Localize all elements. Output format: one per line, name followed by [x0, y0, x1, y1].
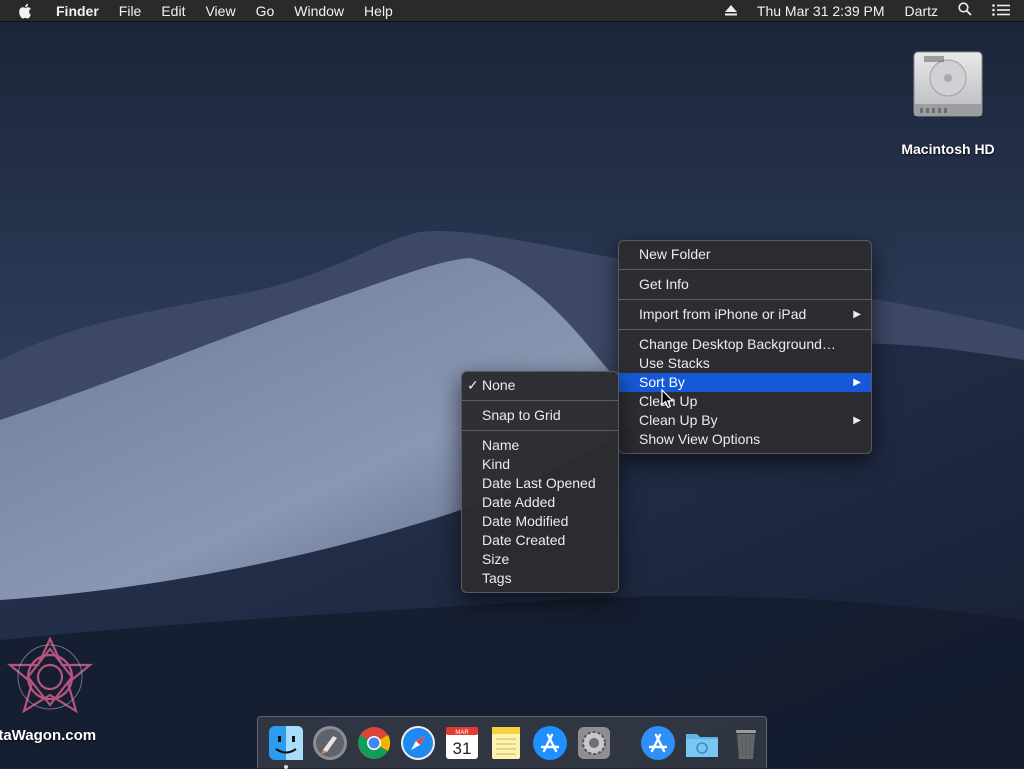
desktop-context-menu: New Folder Get Info Import from iPhone o…	[618, 240, 872, 454]
dock-item-trash[interactable]	[727, 724, 765, 762]
calendar-day: 31	[453, 739, 472, 758]
submenu-item-size[interactable]: Size	[462, 550, 618, 569]
launchpad-icon	[313, 725, 347, 760]
mouse-cursor-icon	[661, 388, 675, 414]
finder-icon	[269, 725, 303, 760]
menu-item-clean-up-by[interactable]: Clean Up By ▶	[619, 411, 871, 430]
app-store-icon	[533, 725, 567, 760]
calendar-month: MAR	[455, 730, 469, 736]
menu-item-import[interactable]: Import from iPhone or iPad ▶	[619, 305, 871, 324]
submenu-item-none[interactable]: ✓ None	[462, 376, 618, 395]
system-preferences-icon	[578, 726, 610, 759]
submenu-arrow-icon: ▶	[853, 377, 861, 388]
menu-item-use-stacks[interactable]: Use Stacks	[619, 354, 871, 373]
menu-separator	[619, 329, 871, 330]
menu-item-get-info[interactable]: Get Info	[619, 275, 871, 294]
menu-separator	[462, 400, 618, 401]
dock-item-system-preferences[interactable]	[575, 724, 613, 762]
notes-icon	[492, 726, 520, 759]
downloads-folder-icon	[686, 733, 718, 757]
menu-separator	[619, 269, 871, 270]
menu-help[interactable]: Help	[354, 0, 403, 22]
menu-separator	[462, 430, 618, 431]
menu-item-new-folder[interactable]: New Folder	[619, 245, 871, 264]
menu-item-show-view-options[interactable]: Show View Options	[619, 430, 871, 449]
dock-item-calendar[interactable]: MAR 31	[443, 724, 481, 762]
submenu-item-date-last-opened[interactable]: Date Last Opened	[462, 474, 618, 493]
dock-item-downloads-folder[interactable]	[683, 724, 721, 762]
app-store-folder-icon	[641, 725, 675, 760]
submenu-item-name[interactable]: Name	[462, 436, 618, 455]
calendar-icon: MAR 31	[446, 726, 478, 759]
menu-item-label: Sort By	[639, 374, 685, 390]
app-menu-finder[interactable]: Finder	[46, 0, 109, 22]
menu-item-clean-up[interactable]: Clean Up	[619, 392, 871, 411]
chrome-icon	[358, 726, 391, 759]
menu-go[interactable]: Go	[246, 0, 285, 22]
menu-item-change-desktop-background[interactable]: Change Desktop Background…	[619, 335, 871, 354]
menu-file[interactable]: File	[109, 0, 152, 22]
dock-item-finder[interactable]	[267, 724, 305, 769]
submenu-item-kind[interactable]: Kind	[462, 455, 618, 474]
spotlight-search-icon[interactable]	[948, 0, 982, 22]
sort-by-submenu: ✓ None Snap to Grid Name Kind Date Last …	[461, 371, 619, 593]
dock-item-launchpad[interactable]	[311, 724, 349, 762]
dock-item-safari[interactable]	[399, 724, 437, 762]
desktop-icon-macintosh-hd[interactable]: Macintosh HD	[893, 46, 1003, 157]
watermark-text: ataWagon.com	[0, 727, 97, 744]
safari-icon	[401, 725, 435, 760]
dock-item-app-store[interactable]	[531, 724, 569, 762]
apple-menu-icon[interactable]	[0, 3, 46, 19]
submenu-item-date-created[interactable]: Date Created	[462, 531, 618, 550]
submenu-item-tags[interactable]: Tags	[462, 569, 618, 588]
menu-separator	[619, 299, 871, 300]
submenu-arrow-icon: ▶	[853, 415, 861, 426]
hard-drive-icon	[913, 51, 983, 117]
menu-item-label: None	[482, 377, 516, 393]
menu-item-label: Import from iPhone or iPad	[639, 306, 807, 322]
dock-item-app-store-folder[interactable]	[639, 724, 677, 762]
menu-edit[interactable]: Edit	[151, 0, 195, 22]
submenu-item-snap-to-grid[interactable]: Snap to Grid	[462, 406, 618, 425]
menu-bar: Finder File Edit View Go Window Help Thu…	[0, 0, 1024, 22]
dock-item-notes[interactable]	[487, 724, 525, 762]
submenu-item-date-modified[interactable]: Date Modified	[462, 512, 618, 531]
watermark-logo-icon	[6, 636, 94, 714]
desktop-icon-label: Macintosh HD	[901, 141, 995, 157]
menu-user[interactable]: Dartz	[895, 0, 948, 22]
submenu-arrow-icon: ▶	[853, 309, 861, 320]
notification-center-icon[interactable]	[982, 0, 1024, 22]
dock-item-chrome[interactable]	[355, 724, 393, 762]
menu-view[interactable]: View	[195, 0, 245, 22]
eject-icon[interactable]	[715, 0, 747, 22]
submenu-item-date-added[interactable]: Date Added	[462, 493, 618, 512]
menu-clock[interactable]: Thu Mar 31 2:39 PM	[747, 0, 895, 22]
trash-icon	[736, 729, 756, 759]
menu-item-sort-by[interactable]: Sort By ▶	[619, 373, 871, 392]
dock: MAR 31	[257, 716, 767, 769]
menu-window[interactable]: Window	[284, 0, 354, 22]
checkmark-icon: ✓	[467, 377, 479, 393]
menu-item-label: Clean Up By	[639, 412, 718, 428]
